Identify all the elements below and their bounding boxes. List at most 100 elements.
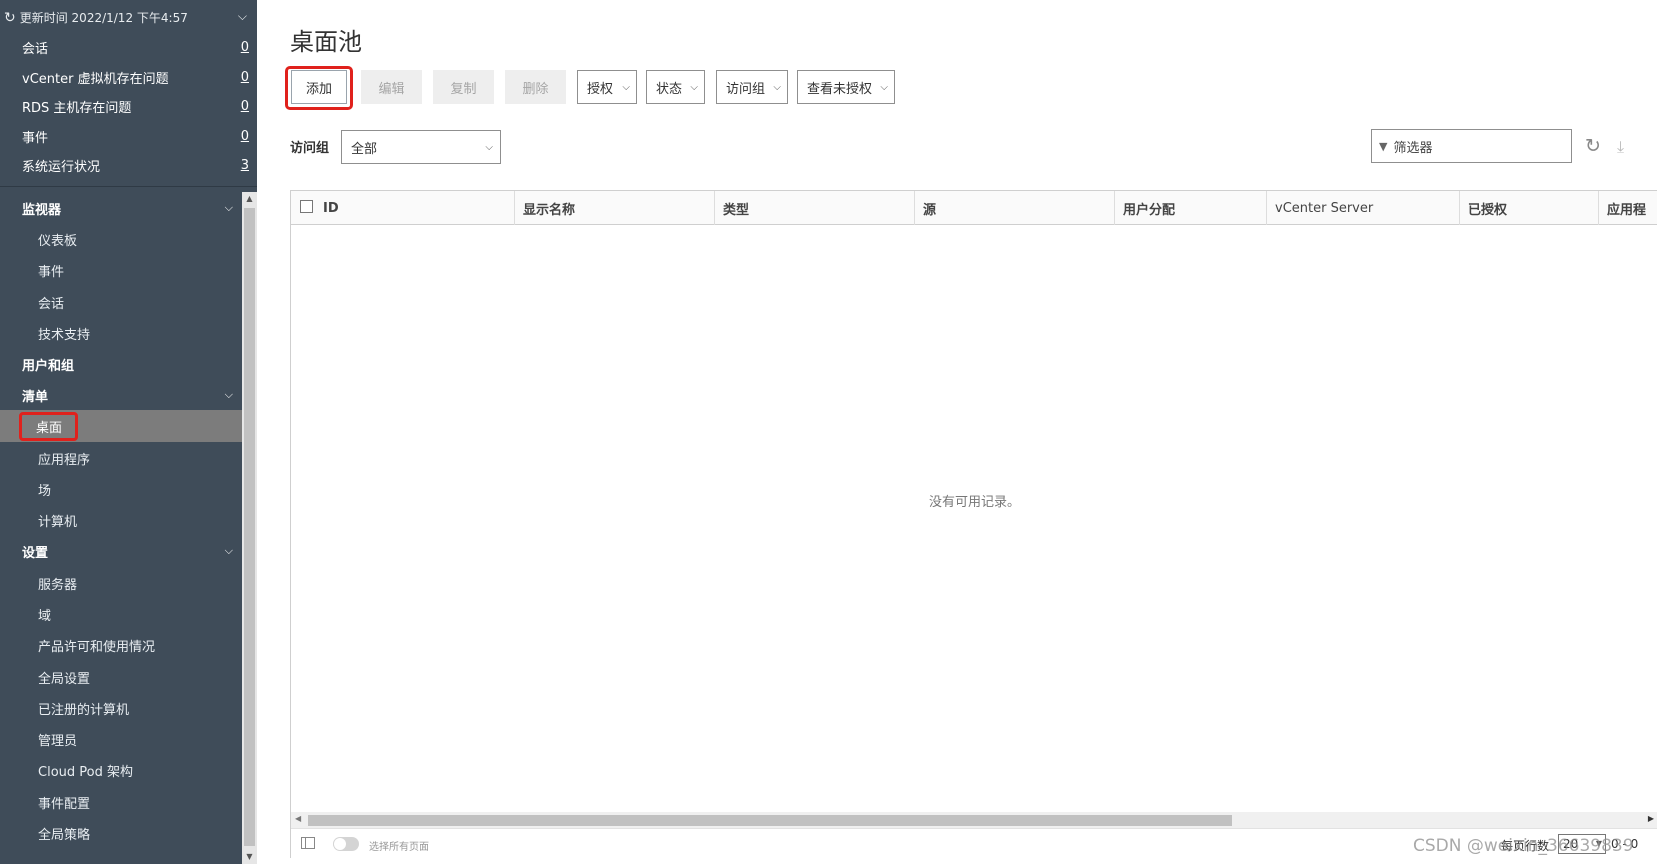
nav-section-monitor[interactable]: 监视器 ⌵ bbox=[0, 192, 242, 224]
access-group-dropdown[interactable]: 访问组 ⌵ bbox=[716, 70, 788, 104]
nav-item-label: 桌面 bbox=[19, 411, 79, 441]
stat-count-link[interactable]: 0 bbox=[241, 99, 249, 114]
status-dropdown[interactable]: 状态 ⌵ bbox=[646, 70, 705, 104]
nav-item-cloud-pod[interactable]: Cloud Pod 架构 bbox=[0, 754, 242, 786]
scrollbar-thumb[interactable] bbox=[244, 208, 255, 846]
filter-input[interactable]: ▼ 筛选器 bbox=[1371, 129, 1572, 163]
desktop-pools-table: ID 显示名称 类型 源 用户分配 vCenter Server 已授权 应用程… bbox=[290, 190, 1657, 859]
stat-count-link[interactable]: 0 bbox=[241, 129, 249, 144]
nav-item-sessions[interactable]: 会话 bbox=[0, 286, 242, 318]
horizontal-scrollbar[interactable]: ◀ ▶ bbox=[291, 812, 1657, 828]
delete-button[interactable]: 删除 bbox=[505, 70, 566, 104]
nav-item-label: 事件配置 bbox=[38, 796, 91, 812]
scroll-up-icon[interactable]: ▲ bbox=[242, 192, 257, 206]
refresh-icon[interactable]: ↻ bbox=[1585, 135, 1601, 157]
scroll-left-icon[interactable]: ◀ bbox=[295, 814, 301, 823]
column-header-id[interactable]: ID bbox=[315, 191, 515, 225]
nav-item-applications[interactable]: 应用程序 bbox=[0, 442, 242, 474]
chevron-down-icon: ⌵ bbox=[773, 81, 781, 93]
stat-label: 事件 bbox=[22, 130, 49, 146]
access-group-select[interactable]: 全部 ⌵ bbox=[341, 130, 501, 164]
stat-count-link[interactable]: 0 bbox=[241, 70, 249, 85]
nav-section-users-groups[interactable]: 用户和组 bbox=[0, 348, 242, 380]
nav-item-label: 会话 bbox=[38, 296, 65, 312]
chevron-down-icon[interactable]: ⌵ bbox=[225, 201, 233, 215]
nav-item-dashboard[interactable]: 仪表板 bbox=[0, 223, 242, 255]
refresh-icon[interactable]: ↻ bbox=[4, 10, 16, 26]
filter-icon: ▼ bbox=[1379, 139, 1388, 153]
table-header: ID 显示名称 类型 源 用户分配 vCenter Server 已授权 应用程 bbox=[291, 191, 1657, 225]
nav-item-registered-machines[interactable]: 已注册的计算机 bbox=[0, 692, 242, 724]
stat-count-link[interactable]: 0 bbox=[241, 40, 249, 55]
chevron-down-icon[interactable]: ⌵ bbox=[238, 9, 247, 24]
chevron-down-icon[interactable]: ⌵ bbox=[225, 388, 233, 402]
nav-item-desktops[interactable]: 桌面 bbox=[0, 410, 242, 442]
nav-item-global-settings[interactable]: 全局设置 bbox=[0, 661, 242, 693]
nav-item-support[interactable]: 技术支持 bbox=[0, 317, 242, 349]
chevron-down-icon[interactable]: ⌵ bbox=[225, 544, 233, 558]
stat-vcenter-vm-issues[interactable]: vCenter 虚拟机存在问题 0 bbox=[0, 62, 257, 92]
edit-button[interactable]: 编辑 bbox=[361, 70, 422, 104]
nav-item-global-policies[interactable]: 全局策略 bbox=[0, 817, 242, 849]
nav-item-domains[interactable]: 域 bbox=[0, 598, 242, 630]
nav-item-machines[interactable]: 计算机 bbox=[0, 504, 242, 536]
nav-item-farms[interactable]: 场 bbox=[0, 473, 242, 505]
dropdown-label: 访问组 bbox=[726, 81, 766, 97]
sidebar: ↻ 更新时间 2022/1/12 下午4:57 ⌵ 会话 0 vCenter 虚… bbox=[0, 0, 257, 864]
view-unentitled-dropdown[interactable]: 查看未授权 ⌵ bbox=[797, 70, 895, 104]
stat-sessions[interactable]: 会话 0 bbox=[0, 32, 257, 62]
nav-item-label: 应用程序 bbox=[38, 452, 91, 468]
column-header-user-assignment[interactable]: 用户分配 bbox=[1115, 191, 1267, 225]
nav-item-label: 全局策略 bbox=[38, 827, 91, 843]
nav-item-label: 已注册的计算机 bbox=[38, 702, 130, 718]
stat-system-health[interactable]: 系统运行状况 3 bbox=[0, 150, 257, 180]
entitle-dropdown[interactable]: 授权 ⌵ bbox=[577, 70, 637, 104]
nav-item-label: 域 bbox=[38, 608, 52, 624]
column-header-vcenter-server[interactable]: vCenter Server bbox=[1267, 191, 1460, 225]
nav-section-label: 用户和组 bbox=[22, 358, 75, 374]
update-time-bar[interactable]: ↻ 更新时间 2022/1/12 下午4:57 ⌵ bbox=[0, 0, 257, 35]
nav-item-event-config[interactable]: 事件配置 bbox=[0, 786, 242, 818]
nav-item-events[interactable]: 事件 bbox=[0, 254, 242, 286]
nav-item-label: 计算机 bbox=[38, 514, 78, 530]
nav-item-label: 技术支持 bbox=[38, 327, 91, 343]
scrollbar-thumb[interactable] bbox=[308, 815, 1232, 826]
scroll-down-icon[interactable]: ▼ bbox=[242, 850, 257, 864]
stat-label: 系统运行状况 bbox=[22, 159, 101, 175]
select-all-pages-toggle[interactable] bbox=[333, 837, 359, 851]
nav-section-settings[interactable]: 设置 ⌵ bbox=[0, 535, 242, 567]
nav-item-label: 事件 bbox=[38, 264, 65, 280]
sidebar-nav: 监视器 ⌵ 仪表板 事件 会话 技术支持 用户和组 清单 ⌵ 桌面 应用程序 场… bbox=[0, 192, 242, 864]
scroll-right-icon[interactable]: ▶ bbox=[1648, 814, 1654, 823]
select-value: 全部 bbox=[351, 141, 378, 157]
nav-item-label: 场 bbox=[38, 483, 52, 499]
column-header-type[interactable]: 类型 bbox=[715, 191, 915, 225]
column-header-applications[interactable]: 应用程 bbox=[1599, 191, 1657, 225]
stat-rds-host-issues[interactable]: RDS 主机存在问题 0 bbox=[0, 91, 257, 121]
nav-item-label: 仪表板 bbox=[38, 233, 78, 249]
select-all-checkbox[interactable] bbox=[300, 200, 313, 213]
dropdown-label: 状态 bbox=[656, 81, 683, 97]
nav-item-label: 服务器 bbox=[38, 577, 78, 593]
add-button-highlight bbox=[285, 66, 353, 110]
column-toggle-icon[interactable] bbox=[301, 837, 315, 849]
stat-count-link[interactable]: 3 bbox=[241, 158, 249, 173]
nav-item-label: Cloud Pod 架构 bbox=[38, 764, 133, 780]
column-header-source[interactable]: 源 bbox=[915, 191, 1115, 225]
download-icon[interactable]: ⤓ bbox=[1617, 137, 1624, 157]
select-all-pages-label: 选择所有页面 bbox=[369, 842, 429, 853]
column-header-entitled[interactable]: 已授权 bbox=[1460, 191, 1599, 225]
column-header-display-name[interactable]: 显示名称 bbox=[515, 191, 715, 225]
stat-events[interactable]: 事件 0 bbox=[0, 121, 257, 151]
watermark: CSDN @weixin_36639839 bbox=[1413, 836, 1634, 856]
update-time-label: 更新时间 2022/1/12 下午4:57 bbox=[19, 11, 188, 25]
chevron-down-icon: ⌵ bbox=[690, 81, 698, 93]
nav-item-label: 全局设置 bbox=[38, 671, 91, 687]
nav-section-inventory[interactable]: 清单 ⌵ bbox=[0, 379, 242, 411]
copy-button[interactable]: 复制 bbox=[433, 70, 494, 104]
nav-item-servers[interactable]: 服务器 bbox=[0, 567, 242, 599]
nav-item-administrators[interactable]: 管理员 bbox=[0, 723, 242, 755]
nav-item-licensing[interactable]: 产品许可和使用情况 bbox=[0, 629, 242, 661]
sidebar-scrollbar[interactable]: ▲ ▼ bbox=[242, 192, 257, 864]
access-group-filter-label: 访问组 bbox=[290, 141, 330, 156]
